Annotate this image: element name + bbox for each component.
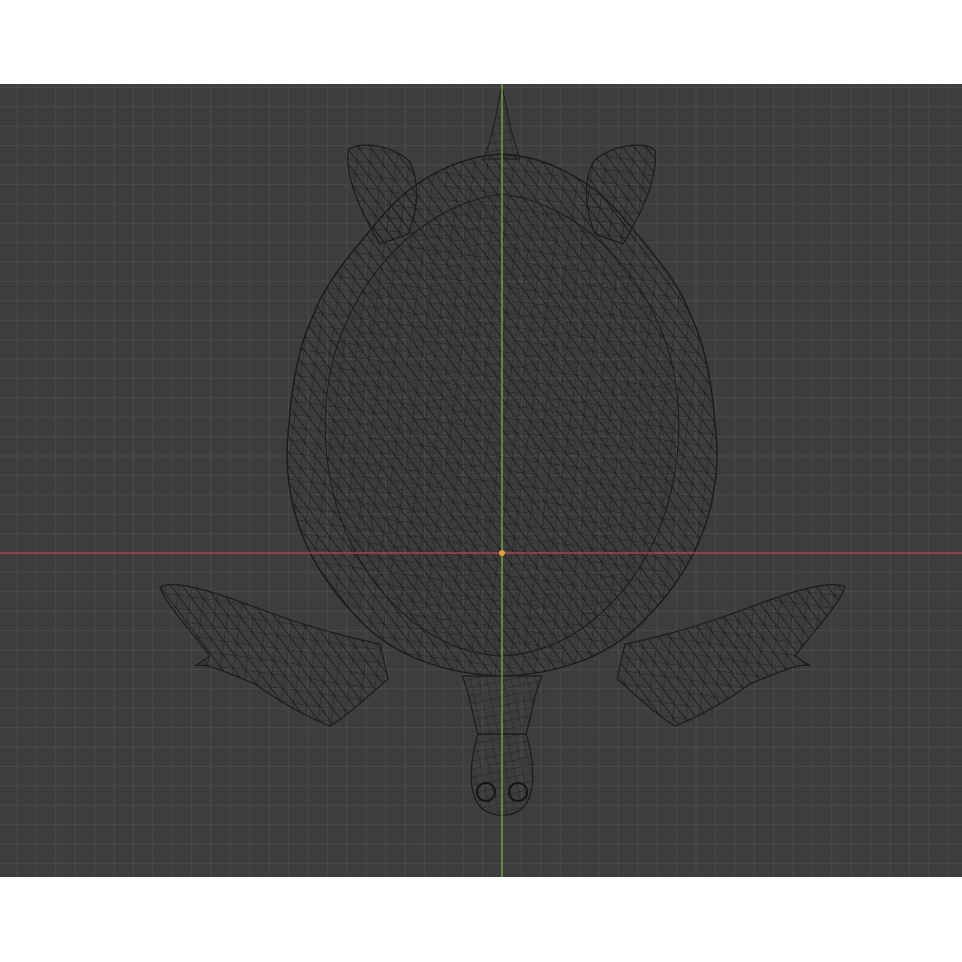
viewport-canvas[interactable] bbox=[0, 84, 962, 877]
origin-marker[interactable] bbox=[499, 550, 505, 556]
3d-viewport[interactable] bbox=[0, 84, 962, 877]
